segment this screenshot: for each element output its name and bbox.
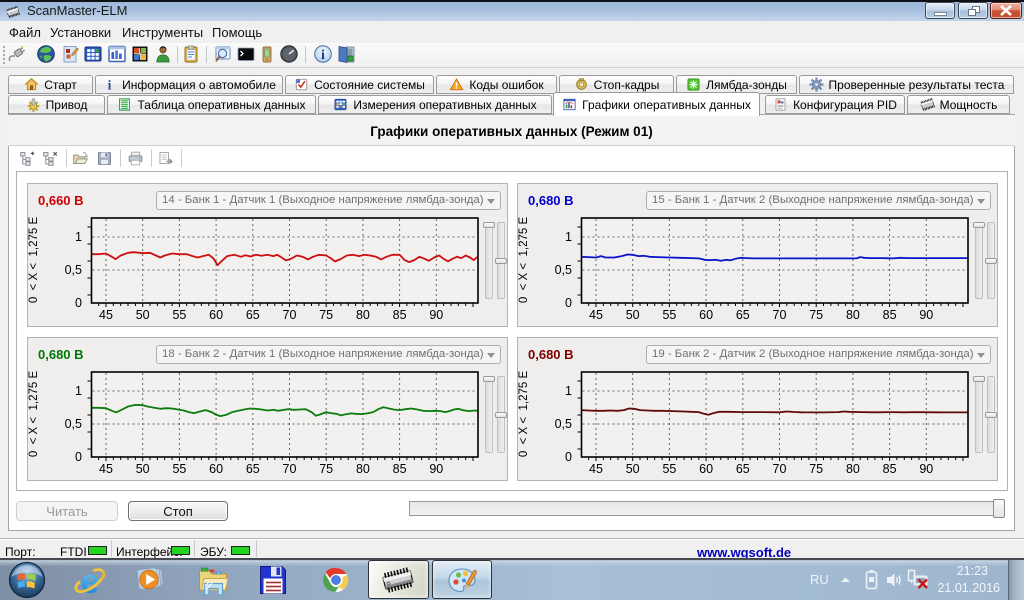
svg-text:60: 60 bbox=[699, 462, 713, 476]
svg-text:90: 90 bbox=[919, 308, 933, 322]
svg-text:80: 80 bbox=[356, 462, 370, 476]
svg-text:60: 60 bbox=[209, 462, 223, 476]
svg-text:1: 1 bbox=[75, 384, 82, 398]
svg-text:65: 65 bbox=[736, 308, 750, 322]
svg-text:0: 0 bbox=[565, 450, 572, 464]
svg-text:0 < X < 1,275 E: 0 < X < 1,275 E bbox=[518, 371, 530, 458]
svg-text:90: 90 bbox=[429, 308, 443, 322]
svg-text:75: 75 bbox=[319, 308, 333, 322]
svg-text:0,5: 0,5 bbox=[65, 263, 82, 277]
svg-text:1: 1 bbox=[565, 384, 572, 398]
svg-text:i: i bbox=[321, 48, 325, 63]
svg-text:70: 70 bbox=[283, 308, 297, 322]
svg-text:65: 65 bbox=[246, 462, 260, 476]
svg-text:90: 90 bbox=[919, 462, 933, 476]
svg-text:75: 75 bbox=[809, 308, 823, 322]
svg-text:0: 0 bbox=[75, 296, 82, 310]
svg-text:0 < X < 1,275 E: 0 < X < 1,275 E bbox=[28, 371, 40, 458]
svg-text:45: 45 bbox=[589, 462, 603, 476]
svg-text:1: 1 bbox=[565, 230, 572, 244]
svg-text:80: 80 bbox=[846, 308, 860, 322]
svg-text:80: 80 bbox=[356, 308, 370, 322]
svg-text:0: 0 bbox=[75, 450, 82, 464]
svg-text:85: 85 bbox=[883, 308, 897, 322]
svg-text:90: 90 bbox=[429, 462, 443, 476]
svg-text:65: 65 bbox=[736, 462, 750, 476]
svg-text:55: 55 bbox=[662, 308, 676, 322]
svg-text:85: 85 bbox=[393, 308, 407, 322]
svg-text:0,5: 0,5 bbox=[65, 417, 82, 431]
svg-text:50: 50 bbox=[626, 462, 640, 476]
svg-text:70: 70 bbox=[773, 462, 787, 476]
svg-text:0 < X < 1,275 E: 0 < X < 1,275 E bbox=[28, 217, 40, 304]
svg-text:0: 0 bbox=[565, 296, 572, 310]
svg-text:75: 75 bbox=[319, 462, 333, 476]
svg-text:50: 50 bbox=[136, 308, 150, 322]
svg-text:85: 85 bbox=[883, 462, 897, 476]
svg-text:85: 85 bbox=[393, 462, 407, 476]
svg-text:55: 55 bbox=[172, 308, 186, 322]
svg-text:60: 60 bbox=[699, 308, 713, 322]
svg-text:0,5: 0,5 bbox=[555, 263, 572, 277]
svg-text:45: 45 bbox=[99, 462, 113, 476]
svg-text:45: 45 bbox=[99, 308, 113, 322]
svg-text:80: 80 bbox=[846, 462, 860, 476]
svg-text:55: 55 bbox=[172, 462, 186, 476]
svg-text:65: 65 bbox=[246, 308, 260, 322]
svg-text:60: 60 bbox=[209, 308, 223, 322]
svg-text:70: 70 bbox=[283, 462, 297, 476]
svg-text:70: 70 bbox=[773, 308, 787, 322]
svg-text:55: 55 bbox=[662, 462, 676, 476]
svg-text:1: 1 bbox=[75, 230, 82, 244]
svg-text:45: 45 bbox=[589, 308, 603, 322]
svg-text:50: 50 bbox=[626, 308, 640, 322]
svg-text:50: 50 bbox=[136, 462, 150, 476]
svg-text:0,5: 0,5 bbox=[555, 417, 572, 431]
svg-text:i: i bbox=[108, 77, 112, 92]
svg-text:75: 75 bbox=[809, 462, 823, 476]
svg-text:0 < X < 1,275 E: 0 < X < 1,275 E bbox=[518, 217, 530, 304]
